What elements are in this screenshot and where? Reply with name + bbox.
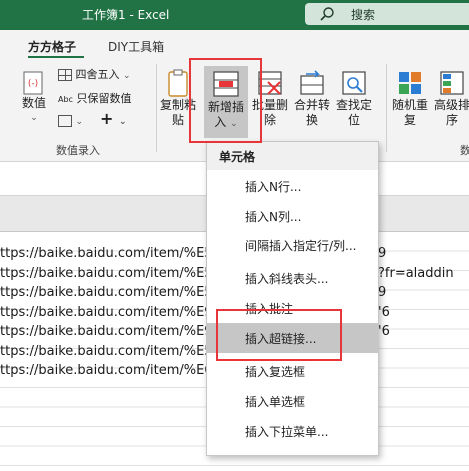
merge-convert-label-2: 换	[305, 113, 318, 127]
menu-item-diagonal-header[interactable]: 插入斜线表头...	[207, 263, 378, 293]
cell-fragment[interactable]: '6	[378, 305, 390, 320]
grid-icon	[58, 69, 72, 81]
cell-url[interactable]: ttps://baike.baidu.com/item/%E9	[0, 305, 213, 320]
cell-url[interactable]: ttps://baike.baidu.com/item/%E5	[0, 246, 213, 261]
cell-fragment[interactable]: '6	[378, 324, 390, 339]
menu-item-insert-columns[interactable]: 插入N列...	[207, 201, 378, 231]
search-icon	[320, 7, 334, 21]
keep-value-button[interactable]: Abc 只保留数值	[58, 92, 131, 107]
chevron-down-icon: ⌄	[30, 113, 38, 123]
menu-header-label: 单元格	[219, 150, 256, 164]
merge-icon	[300, 70, 324, 95]
menu-item-insert-radio[interactable]: 插入单选框	[207, 386, 378, 416]
highlight-new-insert	[189, 58, 262, 143]
group-label-value-entry: 数值录入	[56, 144, 100, 157]
search-label: 搜索	[351, 8, 376, 22]
merge-convert-button[interactable]: 合并转 换	[292, 68, 332, 128]
search-box[interactable]: 搜索	[305, 3, 469, 25]
title-bar: 工作簿1 - Excel 搜索	[0, 0, 469, 30]
random-repeat-label-1: 随机重	[391, 98, 428, 112]
cell-url[interactable]: ttps://baike.baidu.com/item/%E9	[0, 324, 213, 339]
find-locate-label-1: 查找定	[335, 98, 372, 112]
find-icon	[342, 71, 366, 95]
cell-fragment[interactable]: 9	[378, 285, 386, 300]
plus-icon: +	[100, 109, 114, 128]
tab-fangfang[interactable]: 方方格子	[28, 38, 76, 55]
value-button-label: 数值	[21, 96, 46, 110]
random-icon	[399, 72, 421, 94]
menu-item-insert-dropdown[interactable]: 插入下拉菜单...	[207, 416, 378, 446]
keep-value-label: 只保留数值	[76, 92, 132, 105]
cell-fragment[interactable]: 9	[378, 246, 386, 261]
cell-url[interactable]: ttps://baike.baidu.com/item/%E5	[0, 344, 213, 359]
chevron-down-icon: ⌄	[123, 71, 131, 81]
random-repeat-label-2: 复	[403, 113, 416, 127]
chevron-down-icon: ⌄	[118, 117, 127, 127]
chevron-down-icon: ⌄	[75, 117, 84, 127]
advanced-sort-label-1: 高级排	[433, 98, 469, 112]
merge-convert-label-1: 合并转	[293, 98, 330, 112]
cell-url[interactable]: ttps://baike.baidu.com/item/%E5	[0, 285, 213, 300]
value-button[interactable]: (-) 数值 ⌄	[14, 70, 54, 126]
group-divider	[386, 64, 387, 152]
clipboard-icon	[168, 69, 188, 97]
menu-section-header: 单元格	[207, 142, 378, 170]
round-button[interactable]: 四舍五入 ⌄	[58, 68, 131, 83]
insert-dropdown-menu: 单元格 插入N行... 插入N列... 间隔插入指定行/列... 插入斜线表头.…	[206, 141, 379, 456]
tab-diy-toolbox[interactable]: DIY工具箱	[108, 38, 164, 55]
group-label-fragment: 数	[460, 144, 469, 157]
find-locate-label-2: 位	[347, 113, 360, 127]
menu-item-interval-insert[interactable]: 间隔插入指定行/列...	[207, 230, 378, 260]
menu-item-insert-rows[interactable]: 插入N行...	[207, 171, 378, 201]
group-divider	[156, 64, 157, 152]
find-locate-button[interactable]: 查找定 位	[334, 68, 374, 128]
advanced-sort-label-2: 序	[445, 113, 458, 127]
random-repeat-button[interactable]: 随机重 复	[390, 68, 430, 128]
highlight-insert-hyperlink	[216, 309, 342, 361]
cell-fragment[interactable]: ?fr=aladdin	[378, 266, 454, 281]
ribbon-tabs: 方方格子 DIY工具箱	[0, 30, 469, 59]
table-tool-button[interactable]: ⌄	[58, 114, 83, 129]
plus-button[interactable]: + ⌄	[100, 109, 127, 129]
window-title: 工作簿1 - Excel	[82, 8, 170, 22]
svg-text:(-): (-)	[28, 79, 38, 89]
cell-url[interactable]: ttps://baike.baidu.com/item/%E6	[0, 363, 213, 378]
table-edit-icon	[58, 115, 72, 127]
abc-icon: Abc	[58, 95, 73, 104]
advanced-sort-button[interactable]: 高级排 序	[432, 68, 469, 128]
value-icon: (-)	[23, 71, 43, 95]
sort-icon	[440, 71, 464, 95]
cell-url[interactable]: ttps://baike.baidu.com/item/%E5	[0, 266, 213, 281]
round-label: 四舍五入	[75, 68, 120, 81]
